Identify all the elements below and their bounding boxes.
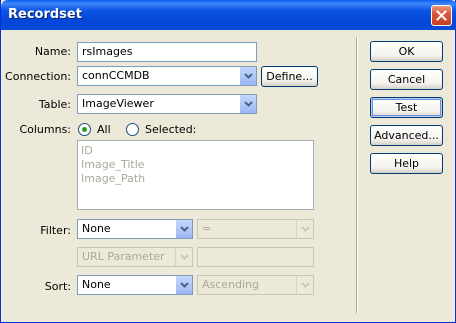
- window-title: Recordset: [8, 7, 82, 22]
- list-item: Image_Path: [81, 172, 146, 185]
- chevron-down-icon[interactable]: [175, 220, 192, 238]
- filter-param-input[interactable]: [197, 247, 314, 267]
- ok-button-label: OK: [398, 45, 415, 58]
- columns-selected-label[interactable]: Selected:: [145, 123, 196, 136]
- name-label: Name:: [34, 45, 71, 58]
- define-button[interactable]: Define...: [261, 66, 318, 87]
- name-input-value: rsImages: [82, 45, 133, 58]
- recordset-dialog: Recordset Name: rsImages Connection: con…: [0, 0, 456, 323]
- columns-listbox[interactable]: ID Image_Title Image_Path: [77, 140, 314, 210]
- sort-order-value: Ascending: [202, 278, 260, 291]
- chevron-down-icon: [296, 220, 313, 238]
- title-bar[interactable]: Recordset: [1, 0, 456, 30]
- test-button-label: Test: [395, 101, 418, 114]
- chevron-down-icon[interactable]: [175, 276, 192, 294]
- chevron-down-icon: [296, 276, 313, 294]
- table-label: Table:: [38, 98, 71, 111]
- columns-all-radio[interactable]: [78, 123, 91, 136]
- close-button[interactable]: [431, 5, 452, 26]
- advanced-button-label: Advanced...: [374, 129, 439, 142]
- filter-select[interactable]: None: [77, 219, 193, 239]
- vertical-divider: [356, 37, 358, 313]
- define-button-label: Define...: [266, 70, 313, 83]
- sort-select[interactable]: None: [77, 275, 193, 295]
- name-input[interactable]: rsImages: [77, 42, 257, 62]
- filter-select-value: None: [82, 222, 111, 235]
- columns-label: Columns:: [19, 123, 71, 136]
- sort-label: Sort:: [44, 280, 71, 293]
- list-item: Image_Title: [81, 158, 145, 171]
- columns-all-label[interactable]: All: [97, 123, 111, 136]
- table-select[interactable]: ImageViewer: [77, 94, 257, 114]
- filter-label: Filter:: [40, 224, 71, 237]
- filter-operator-select[interactable]: =: [197, 219, 314, 239]
- filter-operator-value: =: [202, 222, 212, 235]
- test-button[interactable]: Test: [370, 97, 443, 118]
- help-button-label: Help: [393, 157, 420, 170]
- advanced-button[interactable]: Advanced...: [370, 125, 443, 146]
- close-icon: [436, 10, 447, 21]
- filter-param-select[interactable]: URL Parameter: [77, 247, 193, 267]
- table-select-value: ImageViewer: [82, 97, 154, 110]
- cancel-button-label: Cancel: [387, 73, 426, 86]
- chevron-down-icon: [175, 248, 192, 266]
- chevron-down-icon[interactable]: [239, 67, 256, 85]
- connection-select-value: connCCMDB: [82, 69, 150, 82]
- help-button[interactable]: Help: [370, 153, 443, 174]
- sort-select-value: None: [82, 278, 111, 291]
- list-item: ID: [81, 144, 93, 157]
- cancel-button[interactable]: Cancel: [370, 69, 443, 90]
- connection-select[interactable]: connCCMDB: [77, 66, 257, 86]
- columns-selected-radio[interactable]: [126, 123, 139, 136]
- connection-label: Connection:: [5, 70, 71, 83]
- filter-param-value: URL Parameter: [82, 250, 165, 263]
- chevron-down-icon[interactable]: [239, 95, 256, 113]
- sort-order-select[interactable]: Ascending: [197, 275, 314, 295]
- ok-button[interactable]: OK: [370, 41, 443, 62]
